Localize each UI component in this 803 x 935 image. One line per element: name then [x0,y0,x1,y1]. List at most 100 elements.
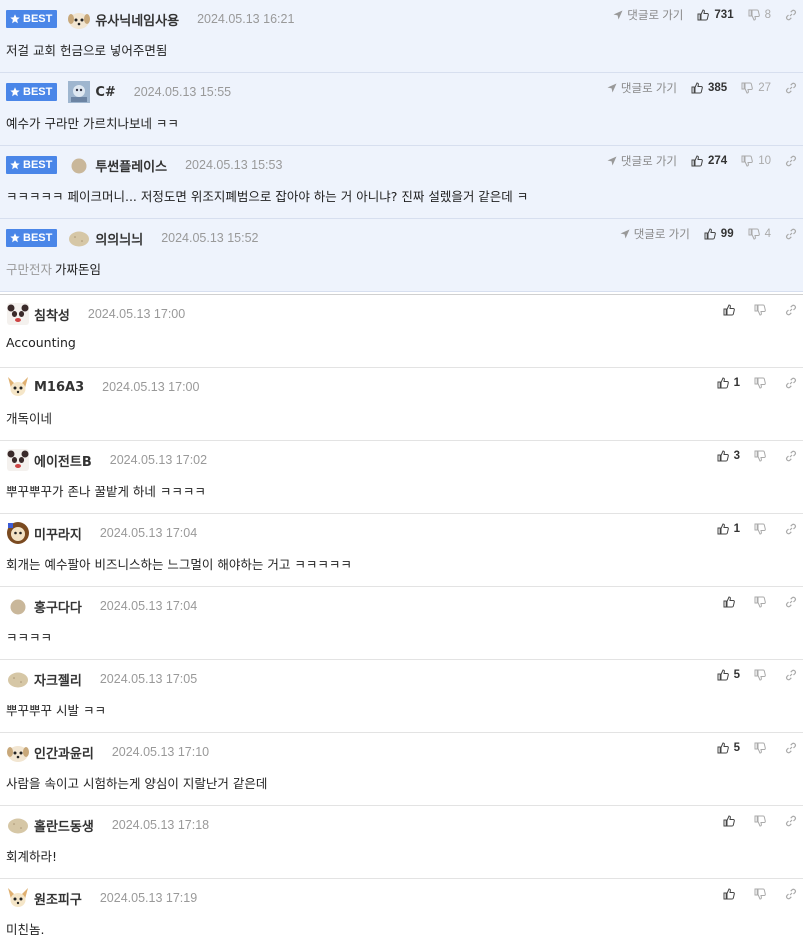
comment-author[interactable]: 원조피구 [34,889,82,908]
avatar-dog-icon[interactable] [67,7,91,31]
comment-author[interactable]: M16A3 [34,380,84,395]
downvote-button[interactable]: 10 [741,155,771,167]
copy-link-button[interactable] [785,82,797,94]
link-icon [786,523,796,535]
comment: 미꾸라지 2024.05.13 17:04 회개는 예수팔아 비즈니스하는 느그… [0,514,803,587]
downvote-button[interactable]: 8 [748,9,771,21]
downvote-button[interactable] [754,888,771,900]
avatar-chihuahua-icon[interactable] [6,886,30,910]
upvote-count: 385 [708,82,728,94]
downvote-button[interactable] [754,523,771,535]
comment-text: ㅋㅋㅋㅋ [6,630,53,645]
go-to-reply-button[interactable]: 댓글로 가기 [620,226,690,242]
upvote-button[interactable]: 1 [717,377,740,389]
comment-actions [723,886,797,902]
avatar-egg-icon[interactable] [6,594,30,618]
copy-link-button[interactable] [785,450,797,462]
comment-author[interactable]: C# [95,85,115,100]
copy-link-button[interactable] [785,377,797,389]
copy-link-button[interactable] [785,9,797,21]
go-to-reply-button[interactable]: 댓글로 가기 [607,80,677,96]
upvote-button[interactable]: 5 [717,669,740,681]
copy-link-button[interactable] [785,155,797,167]
upvote-button[interactable] [723,596,740,608]
copy-link-button[interactable] [785,888,797,900]
upvote-button[interactable]: 731 [697,9,734,21]
avatar-potato-icon[interactable] [6,667,30,691]
comment-date: 2024.05.13 15:53 [185,158,283,172]
avatar-dog-icon[interactable] [6,740,30,764]
star-icon [10,14,20,24]
avatar-panda-icon[interactable] [6,302,30,326]
comment-author[interactable]: 홍구다다 [34,597,82,616]
comment-header: 인간과윤리 2024.05.13 17:10 [6,742,209,762]
avatar-potato-icon[interactable] [6,813,30,837]
upvote-button[interactable]: 274 [691,155,727,167]
comment-author[interactable]: 투썬플레이스 [95,156,167,175]
best-comment: BEST 의의늬늬 2024.05.13 15:52 구만전자 가짜돈임 댓글로 … [0,219,803,292]
comment: 에이전트B 2024.05.13 17:02 뿌꾸뿌꾸가 존나 꿀밭게 하네 ㅋ… [0,441,803,514]
comment-header: 침착성 2024.05.13 17:00 [6,302,185,326]
star-icon [10,87,20,97]
thumbs-up-icon [717,450,729,462]
upvote-button[interactable] [723,815,740,827]
upvote-button[interactable] [723,888,740,900]
avatar-lion-icon[interactable] [6,521,30,545]
comment-author[interactable]: 의의늬늬 [95,229,143,248]
comment-header: BEST 의의늬늬 2024.05.13 15:52 [6,228,259,248]
downvote-button[interactable] [754,596,771,608]
reply-tag[interactable]: 구만전자 [6,262,52,277]
comment-author[interactable]: 홀란드동생 [34,816,94,835]
go-to-reply-button[interactable]: 댓글로 가기 [607,153,677,169]
upvote-button[interactable]: 385 [691,82,727,94]
comment-header: 에이전트B 2024.05.13 17:02 [6,448,207,472]
copy-link-button[interactable] [785,228,797,240]
avatar-potato-icon[interactable] [67,226,91,250]
go-to-reply-button[interactable]: 댓글로 가기 [613,7,683,23]
comment-header: M16A3 2024.05.13 17:00 [6,377,199,397]
copy-link-button[interactable] [785,815,797,827]
upvote-button[interactable] [723,304,740,316]
comment-author[interactable]: 자크젤리 [34,670,82,689]
comment-header: 자크젤리 2024.05.13 17:05 [6,669,197,689]
avatar-image-icon[interactable] [67,80,91,104]
downvote-button[interactable] [754,450,771,462]
avatar-chihuahua-icon[interactable] [6,375,30,399]
link-icon [786,815,796,827]
downvote-button[interactable] [754,669,771,681]
comment-author[interactable]: 미꾸라지 [34,524,82,543]
copy-link-button[interactable] [785,669,797,681]
copy-link-button[interactable] [785,596,797,608]
best-badge-label: BEST [23,159,53,171]
downvote-button[interactable] [754,377,771,389]
comment-actions: 5 [717,740,797,756]
copy-link-button[interactable] [785,523,797,535]
upvote-count: 274 [708,155,728,167]
downvote-button[interactable]: 4 [748,228,771,240]
link-icon [786,888,796,900]
comment: 자크젤리 2024.05.13 17:05 뿌꾸뿌꾸 시발 ㅋㅋ 5 [0,660,803,733]
downvote-button[interactable] [754,304,771,316]
copy-link-button[interactable] [785,742,797,754]
downvote-button[interactable] [754,742,771,754]
comment-author[interactable]: 에이전트B [34,451,92,470]
thumbs-down-icon [754,304,766,316]
comment-text: 미친놈. [6,922,45,935]
best-badge-label: BEST [23,232,53,244]
copy-link-button[interactable] [785,304,797,316]
comment-author[interactable]: 침착성 [34,305,70,324]
upvote-button[interactable]: 1 [717,523,740,535]
downvote-button[interactable] [754,815,771,827]
comment-date: 2024.05.13 16:21 [197,12,295,26]
downvote-button[interactable]: 27 [741,82,771,94]
upvote-button[interactable]: 3 [717,450,740,462]
comment-date: 2024.05.13 17:04 [99,599,198,613]
upvote-button[interactable]: 5 [717,742,740,754]
comment-actions [723,302,797,318]
avatar-panda-icon[interactable] [6,448,30,472]
comment-author[interactable]: 인간과윤리 [34,743,94,762]
comment-text: 회계하라! [6,849,58,864]
avatar-egg-icon[interactable] [67,153,91,177]
comment-author[interactable]: 유사닉네임사용 [95,10,179,29]
upvote-button[interactable]: 99 [704,228,734,240]
